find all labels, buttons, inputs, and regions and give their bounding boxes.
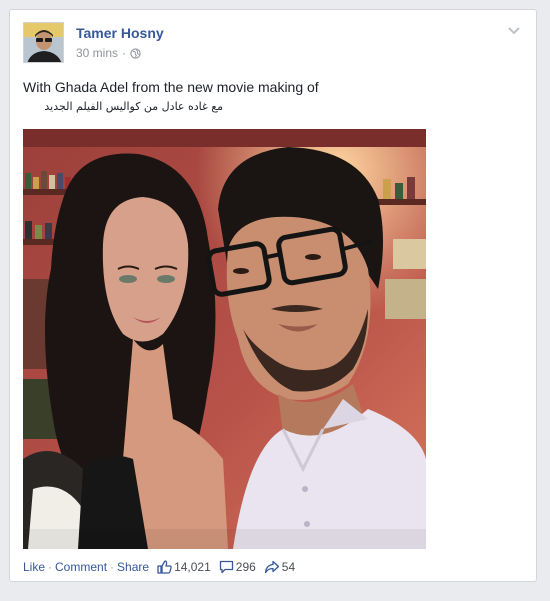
comment-link[interactable]: Comment bbox=[55, 560, 107, 574]
comment-count-value: 296 bbox=[235, 560, 256, 574]
avatar-image bbox=[24, 23, 63, 62]
post-text: With Ghada Adel from the new movie makin… bbox=[23, 79, 319, 95]
post-timestamp[interactable]: 30 mins bbox=[76, 46, 118, 60]
globe-icon bbox=[130, 47, 141, 59]
thumbs-up-icon bbox=[157, 560, 172, 574]
author-name[interactable]: Tamer Hosny bbox=[76, 25, 164, 41]
action-separator: · bbox=[110, 560, 115, 574]
share-link[interactable]: Share bbox=[117, 560, 149, 574]
author-avatar[interactable] bbox=[23, 22, 64, 63]
comment-count[interactable]: 296 bbox=[219, 560, 256, 574]
comment-bubble-icon bbox=[219, 560, 233, 574]
post-card: Tamer Hosny 30 mins · With Ghada Adel fr… bbox=[9, 9, 537, 582]
post-photo[interactable] bbox=[23, 129, 426, 549]
like-count-value: 14,021 bbox=[174, 560, 211, 574]
chevron-down-icon[interactable] bbox=[506, 25, 522, 37]
photo-image bbox=[23, 129, 426, 549]
share-count[interactable]: 54 bbox=[264, 560, 295, 574]
post-meta: 30 mins · bbox=[76, 46, 141, 60]
share-arrow-icon bbox=[264, 560, 279, 574]
like-link[interactable]: Like bbox=[23, 560, 45, 574]
like-count[interactable]: 14,021 bbox=[157, 560, 211, 574]
feed-gutter bbox=[0, 588, 550, 601]
meta-separator: · bbox=[122, 46, 127, 60]
post-actions: Like · Comment · Share 14,021 296 54 bbox=[23, 559, 295, 575]
share-count-value: 54 bbox=[281, 560, 296, 574]
action-separator: · bbox=[48, 560, 53, 574]
post-text-arabic: مع غاده عادل من كواليس الفيلم الجديد bbox=[44, 100, 223, 113]
